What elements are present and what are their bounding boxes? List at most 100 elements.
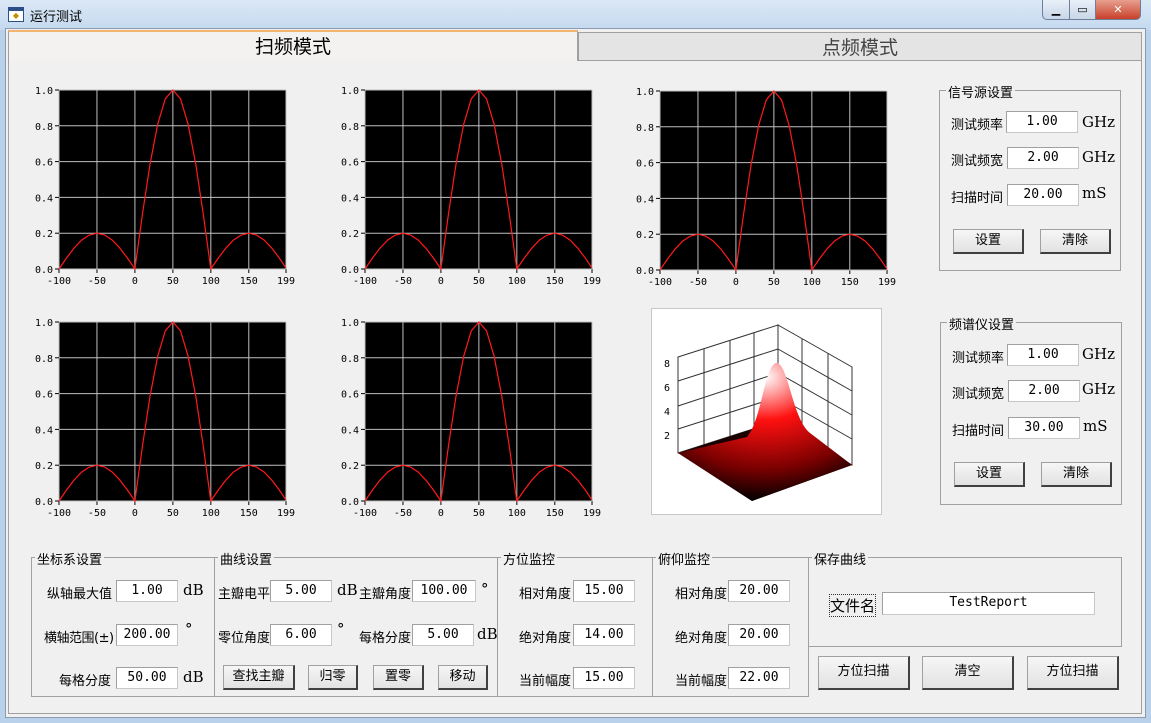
- x-tick-label: 50: [473, 276, 485, 287]
- find-main-lobe-button[interactable]: 查找主瓣: [223, 665, 295, 690]
- filename-input[interactable]: TestReport: [882, 592, 1095, 615]
- clear-button[interactable]: 清空: [922, 656, 1014, 690]
- group-title: 方位监控: [501, 549, 558, 568]
- filename-label: 文件名: [829, 594, 877, 617]
- x-tick-label: 50: [167, 508, 179, 519]
- y-max-input[interactable]: 1.00: [116, 580, 178, 602]
- minimize-button[interactable]: ▁: [1042, 0, 1070, 20]
- elevation-absolute-angle[interactable]: 20.00: [728, 624, 790, 646]
- unit-label: °: [337, 620, 345, 638]
- azimuth-scan-button-2[interactable]: 方位扫描: [1027, 656, 1119, 690]
- group-title: 保存曲线: [812, 549, 869, 568]
- x-tick-label: 150: [546, 276, 564, 287]
- spectrum-freq-input[interactable]: 1.00: [1007, 344, 1079, 366]
- x-range-input[interactable]: 200.00: [116, 624, 178, 646]
- field-label: 当前幅度: [519, 674, 572, 689]
- y-tick-label: 0.0: [35, 265, 53, 276]
- spectrum-bandwidth-input[interactable]: 2.00: [1008, 380, 1080, 402]
- x-tick-label: 50: [473, 508, 485, 519]
- unit-label: dB: [183, 668, 204, 686]
- signal-clear-button[interactable]: 清除: [1040, 229, 1111, 254]
- spectrum-sweep-time-input[interactable]: 30.00: [1008, 417, 1080, 439]
- spectrum-set-button[interactable]: 设置: [954, 462, 1025, 487]
- field-label: 横轴范围(±): [44, 631, 114, 646]
- x-tick-label: 0: [438, 276, 444, 287]
- group-title: 曲线设置: [218, 549, 275, 568]
- x-tick-label: -100: [47, 276, 71, 287]
- window-title: 运行测试: [30, 10, 83, 25]
- main-lobe-angle-input[interactable]: 100.00: [412, 580, 476, 602]
- elevation-relative-angle[interactable]: 20.00: [728, 580, 790, 602]
- unit-label: mS: [1082, 184, 1107, 202]
- x-tick-label: 100: [508, 508, 526, 519]
- spectrum-clear-button[interactable]: 清除: [1041, 462, 1112, 487]
- unit-label: GHz: [1082, 148, 1115, 166]
- zero-angle-input[interactable]: 6.00: [270, 624, 332, 646]
- y-tick-label: 0.0: [341, 497, 359, 508]
- line-chart-5: -100 -50 0 50 100 150 199 0.0 0.2 0.4 0.6 0.8 1.0: [341, 318, 601, 519]
- unit-label: °: [481, 580, 489, 598]
- y-tick-label: 1.0: [35, 86, 53, 97]
- field-label: 相对角度: [675, 587, 728, 602]
- y-tick-label: 0.8: [341, 354, 359, 365]
- y-tick-label: 0.4: [341, 425, 359, 436]
- signal-sweep-time-input[interactable]: 20.00: [1007, 184, 1079, 206]
- surface-3d-svg: 2 4 6 8: [664, 324, 853, 501]
- y-tick-label: 0.4: [35, 193, 53, 204]
- close-button[interactable]: ✕: [1095, 0, 1141, 20]
- signal-bandwidth-input[interactable]: 2.00: [1007, 147, 1079, 169]
- signal-set-button[interactable]: 设置: [953, 229, 1024, 254]
- maximize-button[interactable]: ▭: [1069, 0, 1096, 20]
- x-tick-label: 150: [841, 277, 859, 288]
- elevation-current-amplitude[interactable]: 22.00: [728, 667, 790, 689]
- main-lobe-level-input[interactable]: 5.00: [270, 580, 332, 602]
- tab-sweep-mode[interactable]: 扫频模式: [8, 30, 578, 61]
- x-tick-label: 0: [132, 508, 138, 519]
- line-chart-1: -100 -50 0 50 100 150 199 0.0 0.2 0.4 0.6 0.8 1.0: [35, 86, 295, 287]
- group-title: 俯仰监控: [656, 549, 713, 568]
- unit-label: dB: [337, 581, 358, 599]
- azimuth-current-amplitude[interactable]: 15.00: [573, 667, 635, 689]
- field-label: 纵轴最大值: [47, 587, 113, 602]
- curve-per-div-input[interactable]: 5.00: [412, 624, 474, 646]
- field-label: 测试频率: [952, 351, 1005, 366]
- z-tick-label: 6: [664, 383, 670, 394]
- tab-point-mode[interactable]: 点频模式: [578, 32, 1142, 61]
- x-tick-label: 100: [202, 276, 220, 287]
- x-tick-label: 150: [240, 276, 258, 287]
- unit-label: dB: [183, 581, 204, 599]
- x-tick-label: -50: [394, 508, 412, 519]
- unit-label: mS: [1083, 417, 1108, 435]
- azimuth-scan-button[interactable]: 方位扫描: [818, 656, 910, 690]
- x-tick-label: 100: [508, 276, 526, 287]
- x-tick-label: 0: [132, 276, 138, 287]
- x-tick-label: 0: [733, 277, 739, 288]
- x-tick-label: -100: [353, 276, 377, 287]
- y-tick-label: 0.0: [35, 497, 53, 508]
- azimuth-relative-angle[interactable]: 15.00: [573, 580, 635, 602]
- field-label: 绝对角度: [675, 631, 728, 646]
- y-tick-label: 0.6: [636, 159, 654, 170]
- z-tick-label: 2: [664, 431, 670, 442]
- title-bar[interactable]: ◆ 运行测试 ▁ ▭ ✕: [0, 0, 1151, 30]
- x-tick-label: 50: [768, 277, 780, 288]
- x-tick-label: 199: [583, 276, 601, 287]
- y-tick-label: 0.2: [636, 230, 654, 241]
- z-tick-label: 8: [664, 359, 670, 370]
- return-zero-button[interactable]: 归零: [308, 665, 358, 690]
- field-label: 测试频宽: [951, 154, 1004, 169]
- move-button[interactable]: 移动: [438, 665, 488, 690]
- y-tick-label: 1.0: [341, 318, 359, 329]
- set-zero-button[interactable]: 置零: [373, 665, 424, 690]
- x-tick-label: 0: [438, 508, 444, 519]
- y-tick-label: 0.8: [636, 123, 654, 134]
- azimuth-absolute-angle[interactable]: 14.00: [573, 624, 635, 646]
- app-window-icon: ◆: [8, 7, 24, 22]
- signal-freq-input[interactable]: 1.00: [1006, 111, 1078, 133]
- line-chart-2: -100 -50 0 50 100 150 199 0.0 0.2 0.4 0.6 0.8 1.0: [341, 86, 601, 287]
- x-tick-label: -50: [88, 508, 106, 519]
- field-label: 每格分度: [59, 674, 112, 689]
- y-tick-label: 0.4: [636, 194, 654, 205]
- axis-per-div-input[interactable]: 50.00: [116, 667, 178, 689]
- y-tick-label: 0.2: [35, 229, 53, 240]
